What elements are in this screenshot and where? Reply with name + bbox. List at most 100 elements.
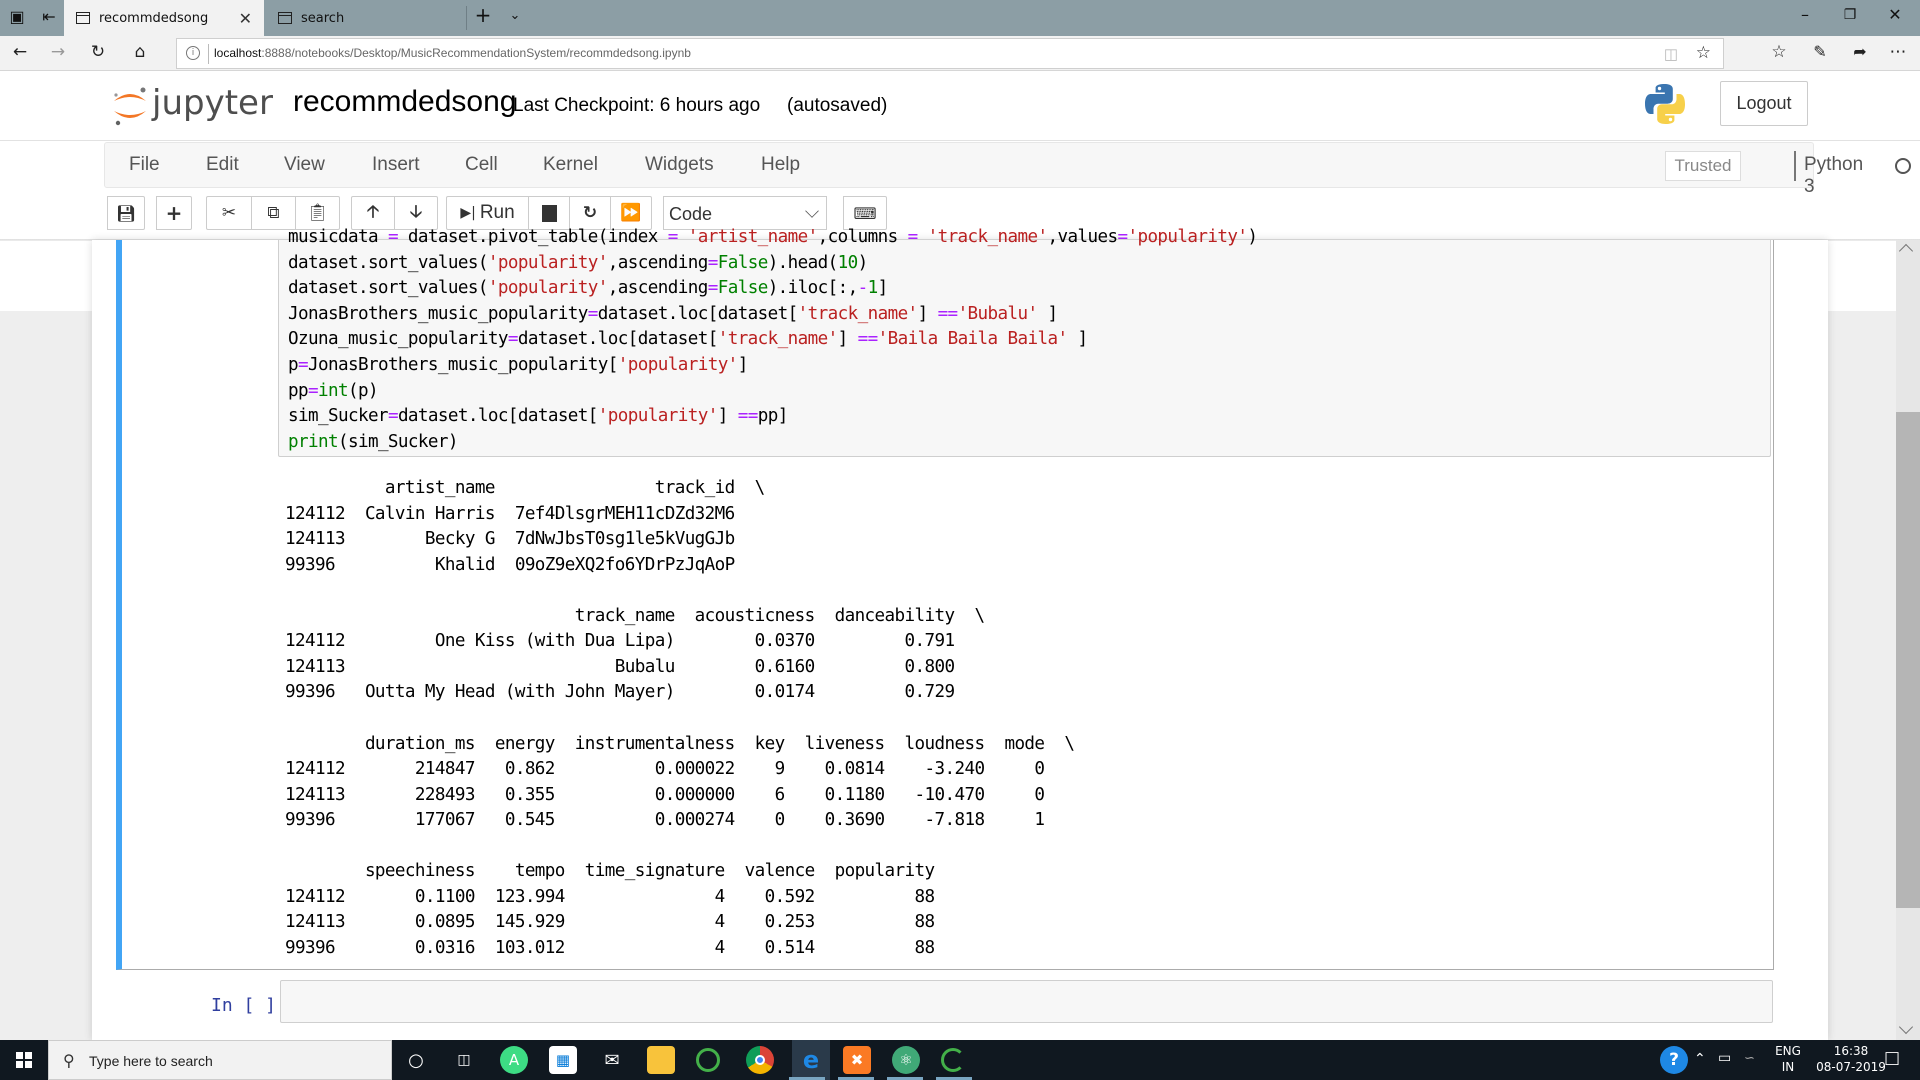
edge-icon[interactable]: e	[792, 1040, 830, 1080]
reading-view-icon[interactable]: ◫	[1664, 45, 1678, 63]
save-button[interactable]: 💾︎	[107, 196, 146, 230]
code-input-area[interactable]: musicdata = dataset.pivot_table(index = …	[278, 227, 1771, 457]
jupyter-logo-icon	[114, 87, 146, 126]
share-icon[interactable]: ➦	[1848, 42, 1872, 61]
refresh-icon[interactable]: ↻	[86, 42, 110, 62]
command-palette-button[interactable]: ⌨	[843, 196, 887, 230]
help-icon[interactable]: ?	[1660, 1046, 1688, 1074]
set-aside-tabs-icon[interactable]: ⇤	[38, 7, 60, 29]
back-arrow-icon[interactable]: ←	[8, 42, 32, 62]
chrome-icon[interactable]	[746, 1046, 774, 1074]
pen-icon[interactable]: ✎	[1808, 42, 1832, 61]
tab-search[interactable]: search	[266, 0, 466, 36]
windows-logo-icon	[16, 1052, 32, 1068]
empty-code-cell[interactable]: In [ ]:	[116, 980, 1774, 1036]
run-button[interactable]: ▶​| Run	[446, 196, 529, 230]
home-icon[interactable]: ⌂	[128, 42, 152, 62]
code-token: False	[717, 278, 769, 299]
menu-widgets[interactable]: Widgets	[645, 154, 714, 176]
start-button[interactable]	[0, 1040, 48, 1080]
run-group: ▶​| Run ↻ ⏩	[446, 196, 652, 230]
python-logo-icon	[1645, 84, 1685, 124]
search-placeholder: Type here to search	[89, 1053, 213, 1069]
forward-arrow-icon[interactable]: →	[46, 42, 70, 62]
trusted-indicator[interactable]: Trusted	[1665, 151, 1741, 181]
tab-list-chevron-down-icon[interactable]: ⌄	[500, 8, 530, 23]
action-center-icon[interactable]: □	[1884, 1048, 1900, 1068]
taskbar-search-input[interactable]: ⚲ Type here to search	[48, 1040, 392, 1080]
jupyter-app-icon[interactable]	[941, 1048, 965, 1072]
url-text[interactable]: localhost:8888/notebooks/Desktop/MusicRe…	[214, 46, 691, 60]
code-token: 'Bubalu'	[957, 303, 1039, 324]
restore-icon[interactable]: ❐	[1835, 7, 1865, 23]
code-token: )	[1247, 227, 1258, 247]
scrollbar-thumb[interactable]	[1896, 412, 1920, 908]
menu-kernel[interactable]: Kernel	[543, 154, 598, 176]
cut-button[interactable]: ✂	[206, 196, 252, 230]
insert-cell-button[interactable]: +	[156, 196, 192, 230]
favorite-star-icon[interactable]: ☆	[1696, 43, 1711, 63]
scroll-up-arrow-icon[interactable]	[1898, 243, 1914, 259]
anaconda-icon[interactable]	[696, 1048, 720, 1072]
new-tab-icon[interactable]: +	[468, 3, 498, 27]
menu-help[interactable]: Help	[761, 154, 800, 176]
code-token: =	[907, 227, 919, 247]
move-up-button[interactable]: 🡡	[351, 196, 395, 230]
show-hidden-icons-chevron-up-icon[interactable]: ⌃	[1694, 1051, 1706, 1067]
paste-button[interactable]: 📋︎	[295, 196, 340, 230]
store-icon[interactable]: ▦	[549, 1046, 577, 1074]
code-token: ]	[837, 329, 858, 350]
code-input-empty[interactable]	[280, 980, 1773, 1023]
move-down-button[interactable]: 🡣	[394, 196, 438, 230]
scroll-down-arrow-icon[interactable]	[1898, 1019, 1914, 1035]
close-window-icon[interactable]: ✕	[1880, 5, 1910, 24]
cortana-icon[interactable]: ○	[402, 1046, 430, 1074]
url-input[interactable]: i localhost:8888/notebooks/Desktop/Music…	[176, 38, 1724, 69]
output-line: 124113 Bubalu 0.6160 0.800	[285, 656, 985, 677]
page-scrollbar[interactable]	[1896, 240, 1920, 1040]
minimize-icon[interactable]: –	[1790, 5, 1820, 24]
code-token: 1	[867, 278, 879, 299]
restart-kernel-button[interactable]: ↻	[569, 196, 611, 230]
region-code: IN	[1781, 1060, 1795, 1074]
menu-edit[interactable]: Edit	[206, 154, 239, 176]
file-explorer-icon[interactable]	[647, 1046, 675, 1074]
menu-cell[interactable]: Cell	[465, 154, 498, 176]
tab-manager-icon[interactable]: ▣	[6, 7, 28, 29]
output-line: 99396 177067 0.545 0.000274 0 0.3690 -7.…	[285, 810, 1075, 831]
code-token: dataset.loc[dataset[	[397, 406, 598, 427]
site-info-icon[interactable]: i	[186, 46, 200, 60]
wifi-icon[interactable]: ∽	[1744, 1051, 1755, 1066]
menu-insert[interactable]: Insert	[372, 154, 420, 176]
code-token: ,values	[1047, 227, 1119, 247]
copy-button[interactable]: ⧉	[251, 196, 296, 230]
notebook-title[interactable]: recommdedsong	[293, 85, 516, 119]
battery-icon[interactable]: ▭	[1718, 1050, 1731, 1066]
code-token: ==	[937, 303, 959, 324]
code-token: 'popularity'	[487, 252, 609, 273]
restart-run-all-button[interactable]: ⏩	[610, 196, 652, 230]
atom-icon[interactable]: ⚛	[892, 1046, 920, 1074]
code-token: ]	[717, 406, 738, 427]
clock[interactable]: 16:38 08-07-2019	[1816, 1044, 1886, 1074]
menu-file[interactable]: File	[129, 154, 160, 176]
tab-recommdedsong[interactable]: recommdedsong ✕	[64, 0, 264, 36]
jupyter-logo[interactable]: jupyter	[110, 81, 280, 129]
mail-icon[interactable]: ✉	[598, 1046, 626, 1074]
code-token: ]	[1037, 303, 1059, 324]
code-line: print(sim_Sucker)	[288, 432, 458, 452]
code-token: =	[707, 278, 719, 299]
task-view-icon[interactable]: ◫	[450, 1046, 478, 1074]
favorites-list-icon[interactable]: ☆	[1767, 42, 1791, 62]
logout-button[interactable]: Logout	[1720, 81, 1808, 126]
menu-view[interactable]: View	[284, 154, 325, 176]
android-studio-icon[interactable]: A	[500, 1046, 528, 1074]
code-token: ,ascending	[607, 278, 709, 299]
cell-type-select[interactable]: Code	[663, 196, 827, 230]
more-icon[interactable]: ⋯	[1886, 42, 1910, 62]
code-cell-selected[interactable]: musicdata = dataset.pivot_table(index = …	[116, 227, 1774, 970]
language-indicator[interactable]: ENG IN	[1766, 1044, 1810, 1074]
interrupt-button[interactable]	[528, 196, 570, 230]
xampp-icon[interactable]: ✖	[843, 1046, 871, 1074]
close-tab-icon[interactable]: ✕	[239, 9, 252, 28]
